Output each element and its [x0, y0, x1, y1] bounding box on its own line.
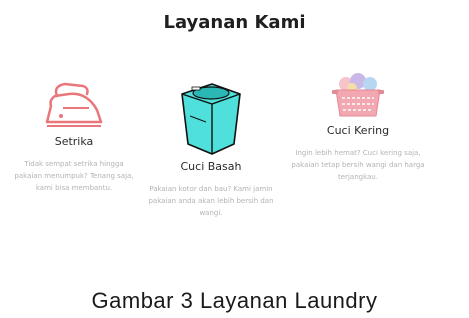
iron-icon: [45, 82, 103, 127]
section-title: Layanan Kami: [163, 12, 306, 33]
service-card-cuci-basah: Cuci Basah Pakaian kotor dan bau? Kami j…: [146, 80, 276, 219]
figure-caption: Gambar 3 Layanan Laundry: [91, 288, 378, 313]
service-name: Cuci Kering: [326, 124, 390, 137]
service-description: Tidak sempat setrika hingga pakaian menu…: [14, 160, 134, 192]
service-card-cuci-kering: Cuci Kering Ingin lebih hemat? Cuci keri…: [288, 72, 428, 183]
service-description: Pakaian kotor dan bau? Kami jamin pakaia…: [148, 185, 274, 217]
service-name: Cuci Basah: [180, 160, 242, 173]
service-card-setrika: Setrika Tidak sempat setrika hingga paka…: [14, 78, 134, 194]
laundry-basket-icon: [332, 73, 384, 117]
washing-machine-icon: [181, 83, 241, 155]
service-description: Ingin lebih hemat? Cuci kering saja, pak…: [291, 149, 425, 181]
service-name: Setrika: [54, 135, 94, 148]
